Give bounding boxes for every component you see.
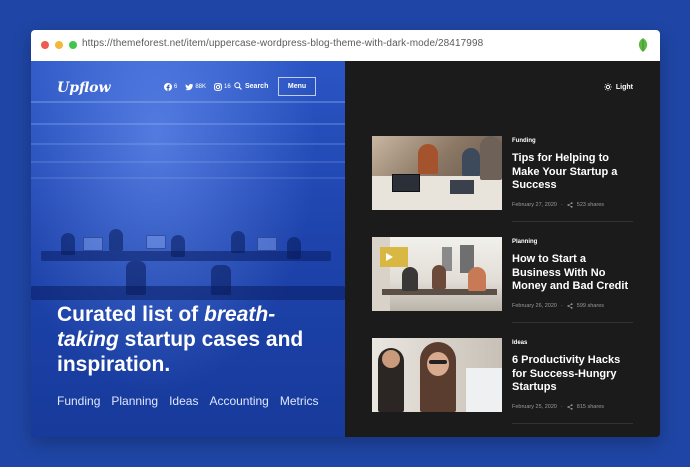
menu-button[interactable]: Menu: [278, 77, 316, 96]
article-meta: February 25, 2020 · 815 shares: [512, 404, 604, 410]
search-icon: [234, 82, 242, 90]
meta-separator: ·: [560, 303, 563, 309]
facebook-count: 6: [174, 84, 178, 90]
article-title[interactable]: Tips for Helping to Make Your Startup a …: [512, 152, 632, 193]
twitter-icon: [185, 83, 194, 91]
social-link-instagram[interactable]: 16: [214, 83, 231, 91]
instagram-count: 16: [224, 84, 231, 90]
article-thumbnail[interactable]: [372, 237, 502, 311]
browser-window: https://themeforest.net/item/uppercase-w…: [31, 30, 660, 437]
category-link-planning[interactable]: Planning: [111, 394, 158, 408]
article-title[interactable]: How to Start a Business With No Money an…: [512, 253, 632, 294]
article-date: February 27, 2020: [512, 202, 557, 208]
article-title[interactable]: 6 Productivity Hacks for Success-Hungry …: [512, 354, 632, 395]
article-date: February 26, 2020: [512, 303, 557, 309]
article-divider: [512, 322, 633, 323]
category-link-funding[interactable]: Funding: [57, 394, 100, 408]
article-thumbnail[interactable]: [372, 338, 502, 412]
category-link-accounting[interactable]: Accounting: [209, 394, 268, 408]
article-list-panel: Light Funding Tips for Helping to Make Y…: [345, 61, 660, 437]
article-category[interactable]: Planning: [512, 239, 537, 245]
browser-toolbar: https://themeforest.net/item/uppercase-w…: [31, 30, 660, 62]
article-divider: [512, 221, 633, 222]
site-logo[interactable]: Upflow: [57, 80, 111, 96]
sun-icon: [604, 83, 612, 91]
article-card[interactable]: Funding Tips for Helping to Make Your St…: [372, 136, 633, 222]
article-category[interactable]: Funding: [512, 138, 536, 144]
social-link-facebook[interactable]: 6: [164, 83, 177, 91]
social-links: 6 88K 16: [164, 83, 231, 91]
article-shares: 599 shares: [576, 303, 605, 309]
article-card[interactable]: Ideas 6 Productivity Hacks for Success-H…: [372, 338, 633, 424]
instagram-icon: [214, 83, 222, 91]
maximize-window-button[interactable]: [69, 41, 77, 49]
facebook-icon: [164, 83, 172, 91]
close-window-button[interactable]: [41, 41, 49, 49]
category-link-ideas[interactable]: Ideas: [169, 394, 198, 408]
hero-section: Upflow 6 88K 16 Search Menu Curated list…: [31, 61, 345, 437]
minimize-window-button[interactable]: [55, 41, 63, 49]
share-icon: [567, 303, 573, 309]
article-meta: February 26, 2020 · 599 shares: [512, 303, 604, 309]
meta-separator: ·: [560, 404, 563, 410]
category-link-metrics[interactable]: Metrics: [280, 394, 319, 408]
article-meta: February 27, 2020 · 523 shares: [512, 202, 604, 208]
article-thumbnail[interactable]: [372, 136, 502, 210]
article-divider: [512, 423, 633, 424]
twitter-count: 88K: [195, 84, 207, 90]
search-button[interactable]: Search: [234, 82, 268, 90]
leaf-icon[interactable]: [636, 37, 650, 53]
light-mode-label: Light: [615, 83, 633, 91]
article-card[interactable]: Planning How to Start a Business With No…: [372, 237, 633, 323]
article-shares: 523 shares: [576, 202, 605, 208]
hero-headline: Curated list of breath-taking startup ca…: [57, 302, 327, 377]
article-date: February 25, 2020: [512, 404, 557, 410]
meta-separator: ·: [560, 202, 563, 208]
search-label: Search: [245, 82, 269, 90]
article-category[interactable]: Ideas: [512, 340, 527, 346]
address-bar[interactable]: https://themeforest.net/item/uppercase-w…: [82, 38, 483, 49]
share-icon: [567, 202, 573, 208]
headline-part-1: Curated list of: [57, 303, 205, 326]
light-mode-toggle[interactable]: Light: [604, 83, 633, 91]
social-link-twitter[interactable]: 88K: [185, 83, 206, 91]
category-links: Funding Planning Ideas Accounting Metric…: [57, 394, 319, 408]
share-icon: [567, 404, 573, 410]
article-shares: 815 shares: [576, 404, 605, 410]
